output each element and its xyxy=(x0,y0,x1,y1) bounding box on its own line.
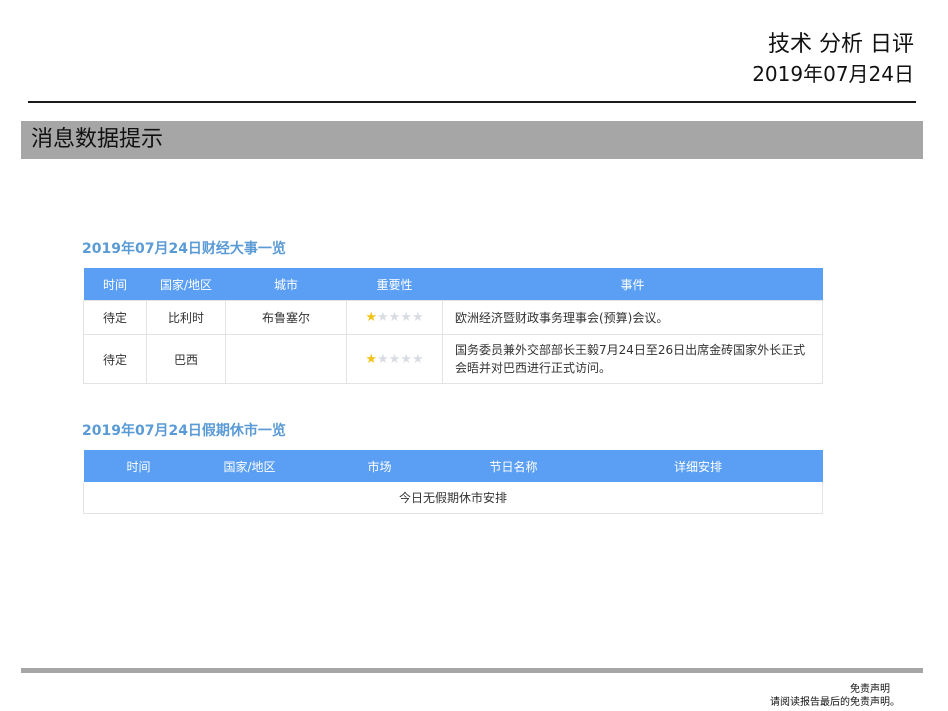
column-header: 重要性 xyxy=(346,268,443,301)
column-header: 节日名称 xyxy=(453,450,574,482)
section-header: 消息数据提示 xyxy=(21,121,923,159)
events-table: 时间 国家/地区 城市 重要性 事件 待定 比利时 布鲁塞尔 ★★★★★ 欧洲经… xyxy=(83,268,823,384)
star-filled-icon: ★ xyxy=(365,351,378,367)
header-divider xyxy=(28,101,916,103)
star-empty-icon: ★ xyxy=(411,310,424,325)
column-header: 详细安排 xyxy=(573,450,823,482)
column-header: 时间 xyxy=(83,450,194,482)
disclaimer-title: 免责声明 xyxy=(850,684,890,695)
column-header: 事件 xyxy=(442,268,823,301)
holidays-header-row: 时间 国家/地区 市场 节日名称 详细安排 xyxy=(83,450,823,482)
star-empty-icon: ★ xyxy=(411,351,424,367)
star-empty-icon: ★ xyxy=(377,351,389,367)
time-cell: 待定 xyxy=(83,334,147,384)
column-header: 国家/地区 xyxy=(146,268,226,301)
events-title: 2019年07月24日财经大事一览 xyxy=(82,241,286,257)
star-empty-icon: ★ xyxy=(388,310,401,325)
importance-rating: ★★★★★ xyxy=(346,334,443,384)
report-date: 2019年07月24日 xyxy=(752,62,914,86)
column-header: 时间 xyxy=(83,268,147,301)
column-header: 市场 xyxy=(305,450,454,482)
city-cell xyxy=(225,334,347,384)
disclaimer-text: 请阅读报告最后的免责声明。 xyxy=(770,697,900,708)
country-cell: 巴西 xyxy=(146,334,226,384)
section-title: 消息数据提示 xyxy=(31,127,164,152)
city-cell: 布鲁塞尔 xyxy=(225,300,347,335)
star-empty-icon: ★ xyxy=(377,310,389,325)
table-row: 待定 比利时 布鲁塞尔 ★★★★★ 欧洲经济暨财政事务理事会(预算)会议。 xyxy=(83,300,823,335)
events-header-row: 时间 国家/地区 城市 重要性 事件 xyxy=(83,268,823,301)
table-row: 今日无假期休市安排 xyxy=(83,482,823,514)
star-empty-icon: ★ xyxy=(400,310,412,325)
report-title: 技术 分析 日评 xyxy=(768,32,914,57)
event-cell: 欧洲经济暨财政事务理事会(预算)会议。 xyxy=(442,300,823,335)
event-cell: 国务委员兼外交部部长王毅7月24日至26日出席金砖国家外长正式会晤并对巴西进行正… xyxy=(442,334,823,384)
column-header: 国家/地区 xyxy=(193,450,306,482)
holidays-table: 时间 国家/地区 市场 节日名称 详细安排 今日无假期休市安排 xyxy=(83,450,823,514)
star-filled-icon: ★ xyxy=(365,310,378,325)
footer-divider xyxy=(21,668,923,673)
column-header: 城市 xyxy=(225,268,347,301)
report-header: 技术 分析 日评 2019年07月24日 xyxy=(752,30,914,88)
star-empty-icon: ★ xyxy=(388,351,401,367)
holidays-title: 2019年07月24日假期休市一览 xyxy=(82,423,286,439)
country-cell: 比利时 xyxy=(146,300,226,335)
disclaimer: 免责声明 请阅读报告最后的免责声明。 xyxy=(770,683,900,709)
empty-message: 今日无假期休市安排 xyxy=(83,482,823,514)
importance-rating: ★★★★★ xyxy=(346,300,443,335)
time-cell: 待定 xyxy=(83,300,147,335)
star-empty-icon: ★ xyxy=(400,351,412,367)
table-row: 待定 巴西 ★★★★★ 国务委员兼外交部部长王毅7月24日至26日出席金砖国家外… xyxy=(83,334,823,384)
